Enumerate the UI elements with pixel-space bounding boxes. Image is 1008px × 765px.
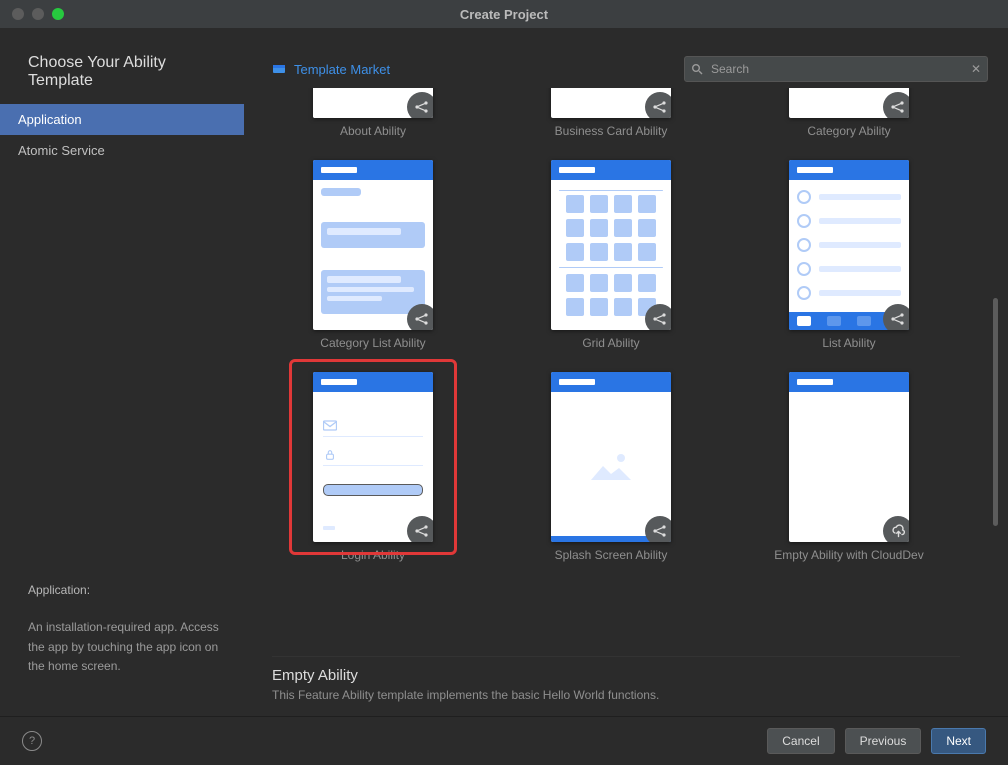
template-label: Grid Ability xyxy=(582,336,639,350)
template-label: About Ability xyxy=(340,124,406,138)
sidebar-item-application[interactable]: Application xyxy=(0,104,244,135)
previous-button[interactable]: Previous xyxy=(845,728,922,754)
marketplace-icon xyxy=(272,62,286,76)
share-icon xyxy=(645,92,671,118)
right-panel: Template Market ✕ xyxy=(244,28,1008,716)
sidebar-item-atomic-service[interactable]: Atomic Service xyxy=(0,135,244,166)
image-icon xyxy=(589,450,633,484)
template-label: Category List Ability xyxy=(320,336,425,350)
templates-scrollbar[interactable] xyxy=(993,148,998,576)
window-title: Create Project xyxy=(0,7,1008,22)
section-title: Empty Ability xyxy=(272,667,960,684)
template-label: Login Ability xyxy=(341,548,405,562)
share-icon xyxy=(645,304,671,330)
titlebar: Create Project xyxy=(0,0,1008,29)
share-icon xyxy=(645,516,671,542)
lock-icon xyxy=(323,449,337,461)
sidebar-desc-label: Application: xyxy=(28,581,220,600)
template-login-ability[interactable]: Login Ability xyxy=(272,372,474,562)
cloud-icon xyxy=(883,516,909,542)
footer: ? Cancel Previous Next xyxy=(0,716,1008,765)
template-business-card-ability[interactable]: Business Card Ability xyxy=(510,88,712,138)
sidebar-description: Application: An installation-required ap… xyxy=(0,581,244,716)
template-label: Empty Ability with CloudDev xyxy=(774,548,923,562)
template-market-link[interactable]: Template Market xyxy=(272,62,390,77)
template-label: List Ability xyxy=(822,336,875,350)
search-box[interactable]: ✕ xyxy=(684,56,988,82)
template-list-ability[interactable]: List Ability xyxy=(748,160,950,350)
template-label: Business Card Ability xyxy=(555,124,668,138)
search-input[interactable] xyxy=(709,61,965,77)
template-splash-screen-ability[interactable]: Splash Screen Ability xyxy=(510,372,712,562)
search-clear-icon[interactable]: ✕ xyxy=(971,62,981,76)
scrollbar-thumb[interactable] xyxy=(993,298,998,526)
template-category-list-ability[interactable]: Category List Ability xyxy=(272,160,474,350)
search-icon xyxy=(691,63,703,75)
template-about-ability[interactable]: About Ability xyxy=(272,88,474,138)
cancel-button[interactable]: Cancel xyxy=(767,728,834,754)
share-icon xyxy=(407,516,433,542)
sidebar-heading: Choose Your Ability Template xyxy=(0,28,244,104)
share-icon xyxy=(883,92,909,118)
mail-icon xyxy=(323,420,337,432)
template-category-ability[interactable]: Category Ability xyxy=(748,88,950,138)
next-button[interactable]: Next xyxy=(931,728,986,754)
sidebar: Choose Your Ability Template Application… xyxy=(0,28,244,716)
template-market-label: Template Market xyxy=(294,62,390,77)
share-icon xyxy=(407,92,433,118)
sidebar-desc-text: An installation-required app. Access the… xyxy=(28,618,220,676)
section-subtitle: This Feature Ability template implements… xyxy=(272,688,960,702)
share-icon xyxy=(407,304,433,330)
template-empty-ability-clouddev[interactable]: Empty Ability with CloudDev xyxy=(748,372,950,562)
template-grid-ability[interactable]: Grid Ability xyxy=(510,160,712,350)
help-icon[interactable]: ? xyxy=(22,731,42,751)
template-label: Category Ability xyxy=(807,124,890,138)
template-label: Splash Screen Ability xyxy=(555,548,668,562)
share-icon xyxy=(883,304,909,330)
